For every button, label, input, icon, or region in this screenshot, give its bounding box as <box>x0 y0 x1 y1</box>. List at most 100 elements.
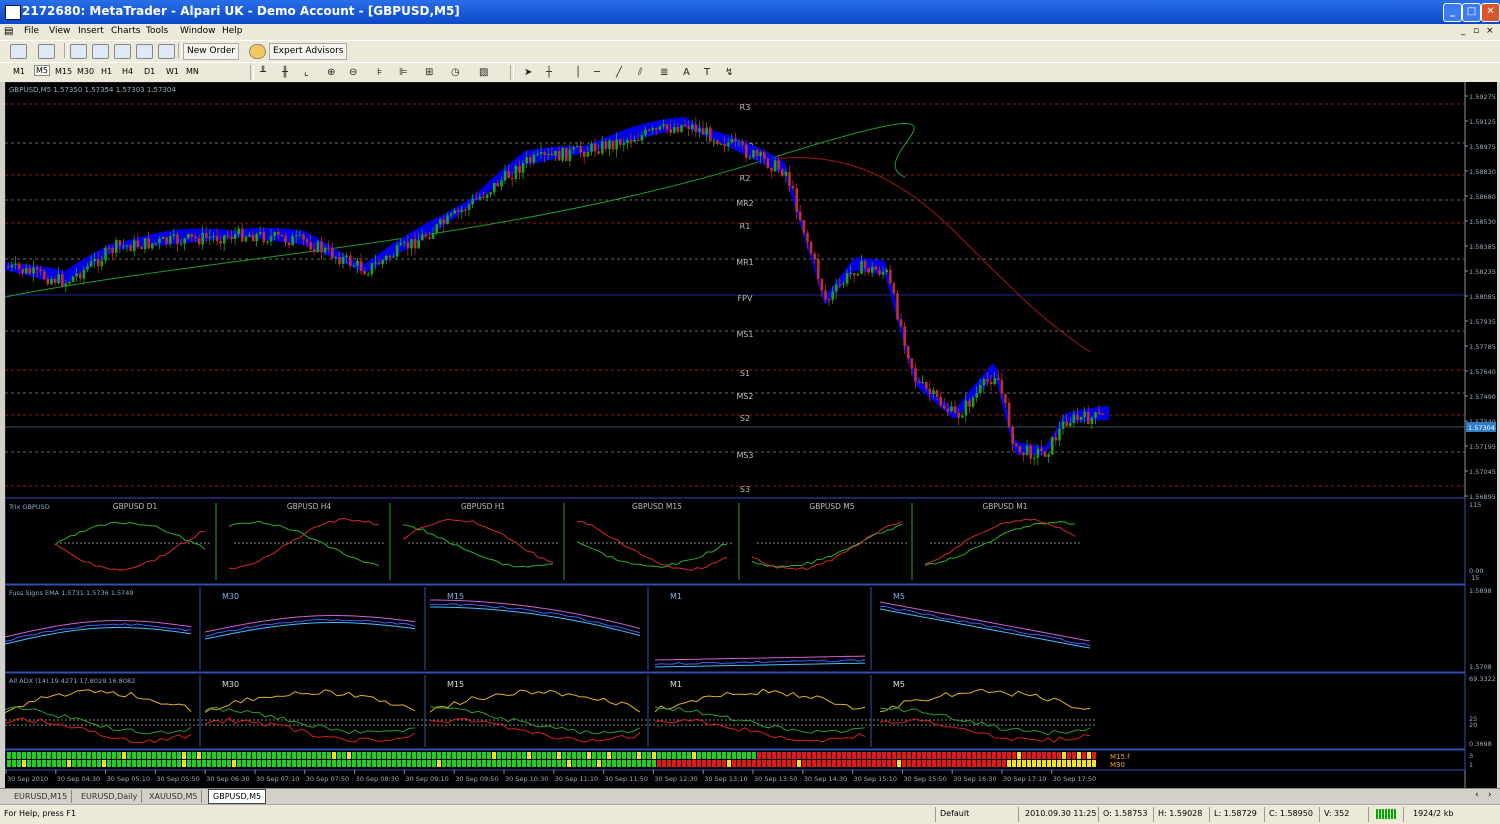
candle-body <box>147 238 150 249</box>
market-watch-icon[interactable] <box>70 44 87 59</box>
terminal-icon[interactable] <box>136 44 153 59</box>
signal-cell <box>332 752 336 759</box>
trendline-icon[interactable]: ╱ <box>616 67 622 78</box>
signal-cell <box>812 752 816 759</box>
signal-cell <box>767 752 771 759</box>
signal-cell <box>732 752 736 759</box>
candle-body <box>457 210 460 212</box>
cursor-icon[interactable]: ➤ <box>524 67 532 78</box>
signal-cell <box>297 760 301 767</box>
new-order-button[interactable]: New Order <box>183 43 240 60</box>
trix-signal-line <box>402 524 554 568</box>
menu-file[interactable]: File <box>24 26 39 36</box>
candle-body <box>943 405 946 409</box>
crosshair-icon[interactable]: ┼ <box>546 67 552 78</box>
signal-cell <box>492 752 496 759</box>
subwindow-border <box>5 497 1466 585</box>
timeframe-d1[interactable]: D1 <box>144 67 155 76</box>
signal-cell <box>787 760 791 767</box>
tab-eurusd-daily[interactable]: EURUSD,Daily <box>77 790 143 803</box>
expert-advisors-button[interactable]: Expert Advisors <box>269 43 348 60</box>
scroll-right-icon[interactable]: › <box>1488 790 1492 800</box>
candle-body <box>363 271 366 275</box>
signal-cell <box>1002 752 1006 759</box>
menu-insert[interactable]: Insert <box>78 26 104 36</box>
signal-cell <box>827 760 831 767</box>
signal-cell <box>972 760 976 767</box>
indicators-icon[interactable]: ⊞ <box>425 67 433 78</box>
candle-body <box>1051 436 1054 455</box>
data-window-icon[interactable] <box>92 44 109 59</box>
close-button[interactable]: ✕ <box>1481 3 1500 22</box>
tab-eurusd-m15[interactable]: EURUSD,M15 <box>10 790 73 803</box>
candle-body <box>669 129 672 133</box>
candle-body <box>809 242 813 254</box>
menu-window[interactable]: Window <box>180 26 216 36</box>
zoom-out-icon[interactable]: ⊖ <box>349 67 357 78</box>
candle-body <box>1087 411 1090 425</box>
candlestick-icon[interactable]: ╫ <box>282 67 288 78</box>
candle-body <box>665 124 669 130</box>
fibonacci-icon[interactable]: ≣ <box>660 67 668 78</box>
timeframe-w1[interactable]: W1 <box>166 67 179 76</box>
signal-cell <box>432 752 436 759</box>
line-chart-icon[interactable]: ⌞ <box>304 67 309 78</box>
timeframe-h4[interactable]: H4 <box>122 67 133 76</box>
bar-chart-icon[interactable]: ╨ <box>260 67 266 78</box>
timeframe-h1[interactable]: H1 <box>101 67 112 76</box>
candle-body <box>640 135 644 141</box>
signal-cell <box>597 752 601 759</box>
timeframe-mn[interactable]: MN <box>186 67 199 76</box>
mdi-restore-button[interactable]: ▫ <box>1473 26 1479 36</box>
menu-view[interactable]: View <box>49 26 70 36</box>
navigator-icon[interactable] <box>114 44 131 59</box>
chart-canvas[interactable]: R3MR3R2MR2R1MR1FPVMS1S1MS2S2MS3S3 1.5927… <box>5 82 1497 788</box>
auto-scroll-icon[interactable]: ⊧ <box>377 67 382 78</box>
candle-body <box>529 157 532 163</box>
horizontal-line-icon[interactable]: ─ <box>594 67 600 78</box>
chart-shift-icon[interactable]: ⊫ <box>399 67 408 78</box>
mdi-minimize-button[interactable]: _ <box>1461 26 1466 36</box>
menu-charts[interactable]: Charts <box>111 26 140 36</box>
strategy-tester-icon[interactable] <box>158 44 175 59</box>
periods-icon[interactable]: ◷ <box>451 67 460 78</box>
candle-body <box>179 243 183 245</box>
timeframe-m5[interactable]: M5 <box>34 65 50 76</box>
tab-xauusd-m5[interactable]: XAUUSD,M5 <box>145 790 203 803</box>
text-icon[interactable]: A <box>683 67 690 78</box>
minimize-button[interactable]: _ <box>1443 3 1462 22</box>
scroll-left-icon[interactable]: ‹ <box>1475 790 1479 800</box>
timeframe-m1[interactable]: M1 <box>13 67 25 76</box>
candle-body <box>1047 454 1050 457</box>
text-label-icon[interactable]: T <box>704 67 710 78</box>
timeframe-m15[interactable]: M15 <box>55 67 72 76</box>
mdi-close-button[interactable]: × <box>1486 26 1494 36</box>
new-chart-icon[interactable] <box>10 44 27 59</box>
tab-gbpusd-m5[interactable]: GBPUSD,M5 <box>208 789 267 804</box>
menu-tools[interactable]: Tools <box>146 26 168 36</box>
candle-body <box>68 281 71 284</box>
candle-body <box>107 247 111 249</box>
candle-body <box>644 129 647 136</box>
chart-window[interactable]: R3MR3R2MR2R1MR1FPVMS1S1MS2S2MS3S3 1.5927… <box>5 82 1497 788</box>
templates-icon[interactable]: ▧ <box>479 67 488 78</box>
zoom-in-icon[interactable]: ⊕ <box>327 67 335 78</box>
equidistant-channel-icon[interactable]: ⫽ <box>638 67 642 78</box>
signal-cell <box>92 752 96 759</box>
signal-cell <box>137 760 141 767</box>
menu-help[interactable]: Help <box>222 26 243 36</box>
timeframe-m30[interactable]: M30 <box>77 67 94 76</box>
signal-cell <box>642 752 646 759</box>
signal-cell <box>772 752 776 759</box>
vertical-line-icon[interactable]: │ <box>575 67 581 78</box>
arrows-icon[interactable]: ↯ <box>725 67 733 78</box>
metaeditor-icon[interactable] <box>249 44 266 59</box>
signal-cell <box>12 752 16 759</box>
signal-cell <box>337 752 341 759</box>
maximize-button[interactable]: □ <box>1462 3 1481 22</box>
profiles-icon[interactable] <box>38 44 55 59</box>
signal-cell <box>612 760 616 767</box>
signal-cell <box>82 760 86 767</box>
signal-cell <box>32 760 36 767</box>
connection-status-icon[interactable] <box>1376 809 1396 819</box>
